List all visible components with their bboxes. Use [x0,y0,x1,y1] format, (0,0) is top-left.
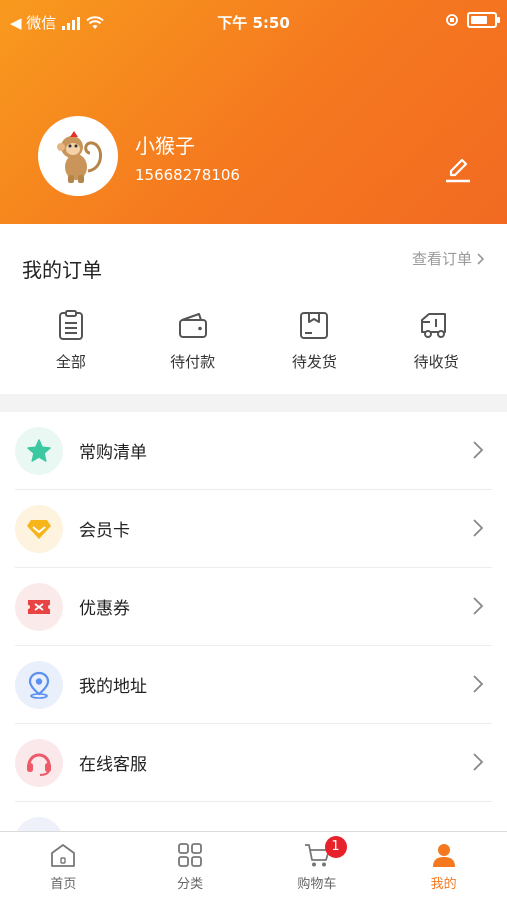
grid-icon [178,843,203,867]
menu-item-label: 会员卡 [79,521,130,541]
chevron-right-icon [477,252,485,265]
orders-card: 我的订单 查看订单 全部 待付款 待发货 待收货 [0,224,507,394]
order-pending-receipt-label: 待收货 [413,353,459,371]
home-icon [51,844,76,867]
status-bar: ◀ 微信 下午 5:50 [0,10,507,34]
order-pending-shipment-label: 待发货 [291,353,337,371]
ticket-icon [15,582,63,631]
tab-category-label: 分类 [177,877,204,892]
orientation-lock-icon [446,14,458,26]
cart-badge: 1 [324,836,347,858]
battery-icon [467,12,500,28]
menu-item-label: 我的地址 [79,677,147,697]
avatar[interactable] [38,116,118,196]
tab-home[interactable]: 首页 [0,832,127,900]
monkey-avatar-icon [57,131,102,183]
menu-item-label: 优惠券 [79,599,130,619]
headset-icon [15,738,63,787]
wallet-icon [178,313,207,338]
chevron-right-icon [473,753,484,771]
tab-category[interactable]: 分类 [127,832,254,900]
orders-title: 我的订单 [22,258,102,282]
edit-profile-icon[interactable] [442,154,474,186]
chevron-right-icon [473,519,484,537]
package-icon [300,312,329,339]
order-pending-shipment-button[interactable]: 待发货 [259,309,369,372]
menu-partial-icon [15,816,63,832]
tab-cart-label: 购物车 [297,877,337,892]
diamond-icon [15,504,63,553]
status-time: 下午 5:50 [217,14,290,32]
clipboard-icon [58,310,83,340]
menu-item-coupons[interactable]: 优惠券 [15,568,492,646]
menu-item-label: 在线客服 [79,755,147,775]
menu-item-partial [15,802,492,832]
view-orders-link[interactable]: 查看订单 [412,248,485,269]
chevron-right-icon [473,675,484,693]
tab-mine[interactable]: 我的 [380,832,507,900]
order-pending-payment-button[interactable]: 待付款 [138,309,248,372]
menu-item-label: 常购清单 [79,443,147,463]
menu-list: 常购清单 会员卡 优惠券 我的地址 在线客服 [0,412,507,832]
tab-mine-label: 我的 [430,877,457,892]
menu-item-membership-card[interactable]: 会员卡 [15,490,492,568]
chevron-right-icon [473,441,484,459]
order-all-button[interactable]: 全部 [16,309,126,372]
tab-bar: 首页 分类 购物车 1 我的 [0,831,507,900]
profile-header: ◀ 微信 下午 5:50 小猴子 15668278106 [0,0,507,224]
tab-home-label: 首页 [50,877,77,892]
tab-cart[interactable]: 购物车 1 [254,832,381,900]
profile-phone: 15668278106 [135,166,240,184]
view-orders-label: 查看订单 [411,250,472,268]
menu-item-frequent-list[interactable]: 常购清单 [15,412,492,490]
truck-icon [421,313,447,338]
menu-item-my-address[interactable]: 我的地址 [15,646,492,724]
menu-item-online-support[interactable]: 在线客服 [15,724,492,802]
order-pending-receipt-button[interactable]: 待收货 [381,309,491,372]
order-pending-payment-label: 待付款 [170,353,216,371]
profile-name: 小猴子 [135,134,195,158]
star-icon [15,426,63,475]
user-icon [432,844,455,867]
order-all-label: 全部 [55,353,86,371]
location-icon [15,660,63,709]
chevron-right-icon [473,597,484,615]
